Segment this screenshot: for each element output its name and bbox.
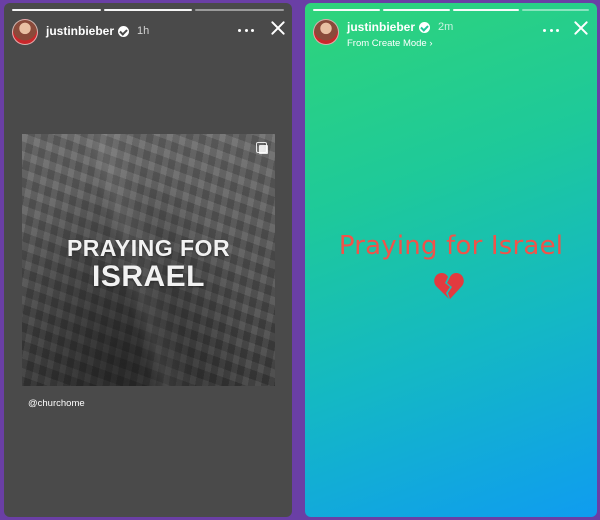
story-progress-bar	[313, 9, 589, 11]
more-options-icon[interactable]	[543, 23, 559, 37]
multiple-images-icon	[256, 142, 268, 154]
more-options-icon[interactable]	[238, 23, 254, 37]
progress-segment	[382, 9, 450, 11]
close-icon[interactable]	[268, 18, 288, 38]
verified-badge-icon	[419, 21, 431, 33]
progress-segment	[12, 9, 101, 11]
broken-heart-icon	[434, 273, 464, 299]
progress-segment	[522, 9, 589, 11]
username[interactable]: justinbieber	[46, 24, 114, 38]
progress-segment	[313, 9, 380, 11]
verified-badge-icon	[118, 25, 130, 37]
story-progress-bar	[12, 9, 285, 11]
story-time: 2m	[438, 21, 454, 33]
post-title-line2: ISRAEL	[91, 260, 205, 293]
avatar[interactable]	[313, 19, 339, 45]
username-row[interactable]: justinbieber 1h	[46, 24, 149, 38]
progress-segment	[195, 9, 285, 11]
reshared-post-image[interactable]: PRAYING FOR ISRAEL	[22, 134, 275, 386]
username-row[interactable]: justinbieber 2m	[347, 20, 453, 34]
story-panel-right[interactable]: justinbieber 2m From Create Mode › Prayi…	[305, 3, 597, 517]
username[interactable]: justinbieber	[347, 20, 415, 34]
post-title: PRAYING FOR ISRAEL	[22, 237, 275, 292]
close-icon[interactable]	[571, 18, 591, 38]
story-panel-left[interactable]: justinbieber 1h PRAYING FOR ISRAEL @chur…	[4, 3, 292, 517]
progress-segment	[103, 9, 193, 11]
mention-sticker[interactable]: @churchome	[28, 398, 85, 409]
create-mode-link[interactable]: From Create Mode ›	[347, 38, 433, 49]
progress-segment	[452, 9, 520, 11]
avatar[interactable]	[12, 19, 38, 45]
story-text: Praying for Israel	[338, 231, 564, 261]
story-header: justinbieber 1h	[12, 17, 284, 47]
story-time: 1h	[137, 25, 150, 37]
post-title-line1: PRAYING FOR	[66, 235, 231, 261]
story-header: justinbieber 2m From Create Mode ›	[313, 17, 591, 49]
